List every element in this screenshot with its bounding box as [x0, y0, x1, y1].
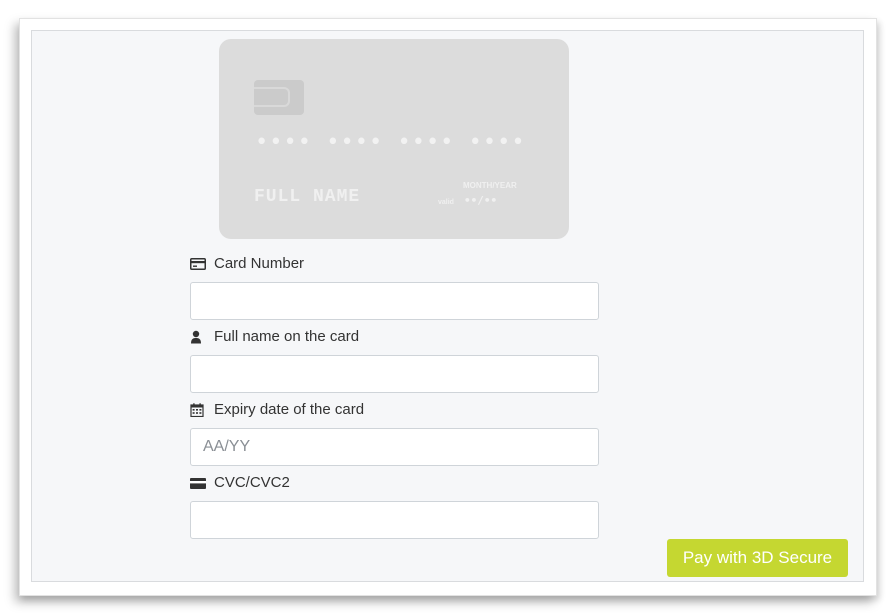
card-preview-expiry-value: ••/•• — [464, 194, 498, 207]
expiry-label-row: Expiry date of the card — [190, 401, 364, 418]
card-preview-expiry-label: MONTH/YEAR — [463, 181, 517, 190]
full-name-input[interactable] — [190, 355, 599, 393]
cvc-label: CVC/CVC2 — [214, 474, 290, 491]
card-back-icon — [190, 476, 206, 490]
expiry-label: Expiry date of the card — [214, 401, 365, 418]
full-name-label: Full name on the card — [214, 328, 360, 345]
calendar-icon — [190, 402, 206, 417]
card-preview-name: FULL NAME — [254, 187, 361, 207]
full-name-label-row: Full name on the card — [190, 328, 359, 345]
cvc-label-row: CVC/CVC2 — [190, 474, 290, 491]
card-preview-number: •••• •••• •••• •••• — [255, 130, 526, 155]
card-chip-icon — [254, 80, 304, 115]
credit-card-icon — [190, 257, 206, 271]
card-preview-valid-label: valid — [438, 199, 454, 206]
user-icon — [190, 330, 206, 344]
pay-with-3d-secure-button[interactable]: Pay with 3D Secure — [667, 539, 848, 577]
cvc-input[interactable] — [190, 501, 599, 539]
card-number-label-row: Card Number — [190, 255, 304, 272]
card-number-input[interactable] — [190, 282, 599, 320]
expiry-input[interactable] — [190, 428, 599, 466]
card-preview: •••• •••• •••• •••• FULL NAME MONTH/YEAR… — [219, 39, 569, 239]
card-number-label: Card Number — [214, 255, 305, 272]
